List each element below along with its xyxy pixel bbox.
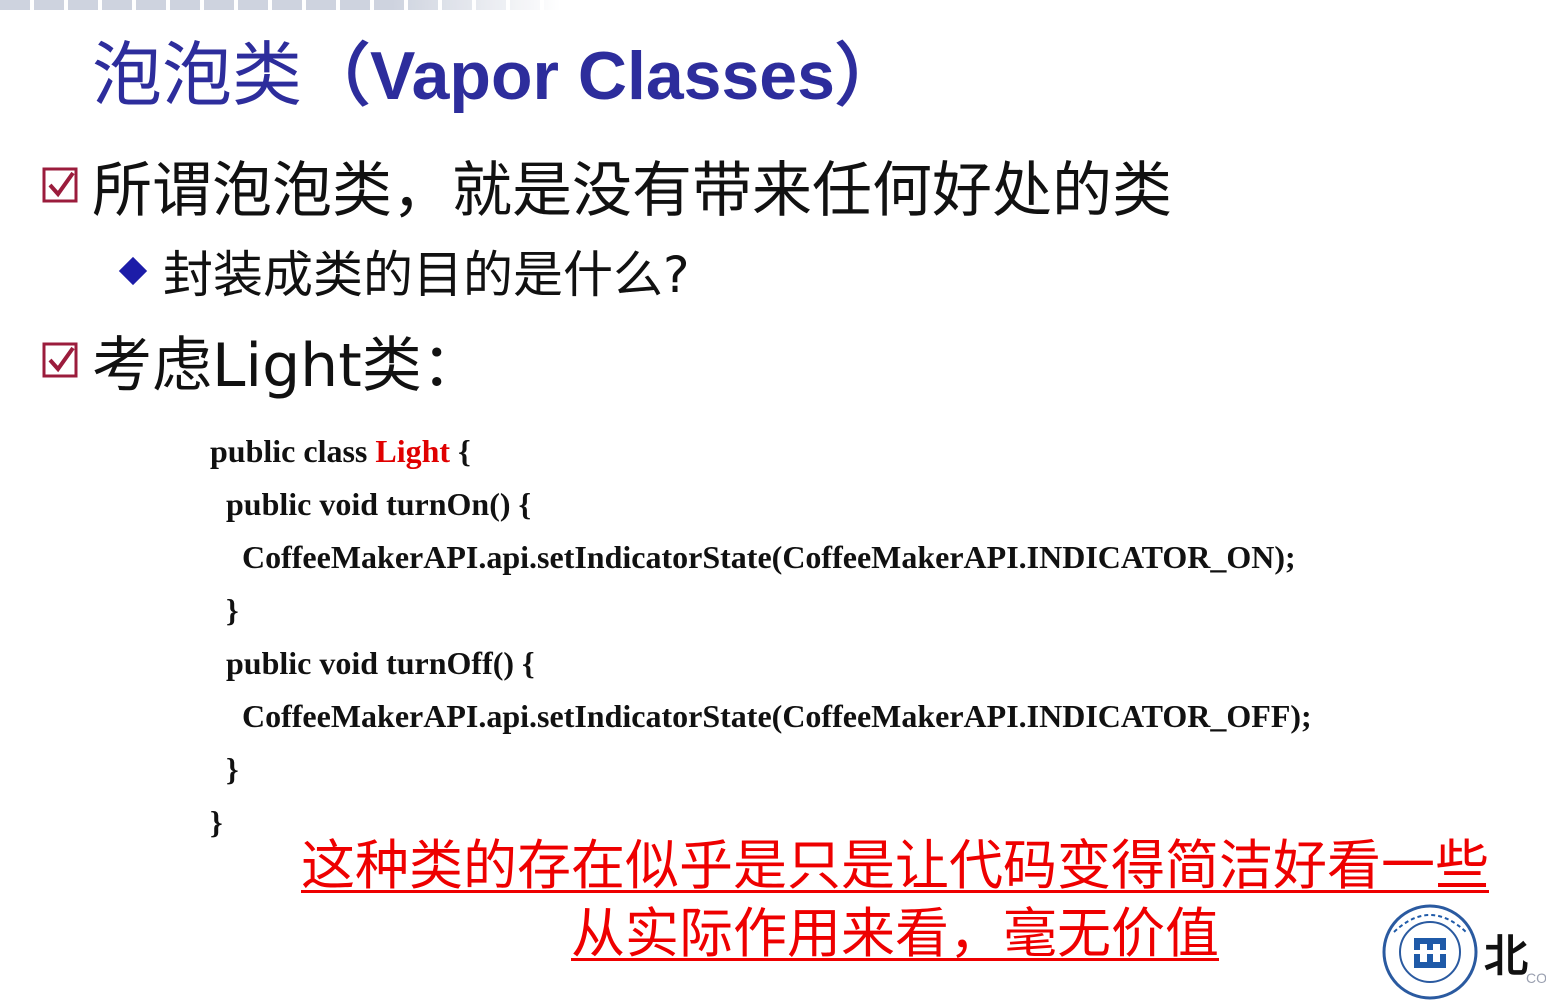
class-name-light: Light xyxy=(375,433,451,469)
code-keyword: public class xyxy=(210,433,376,469)
title-english: （Vapor Classes） xyxy=(302,38,903,114)
title-chinese: 泡泡类 xyxy=(92,34,302,116)
logo-subtext: CO xyxy=(1526,970,1546,986)
code-block: public class Light { public void turnOn(… xyxy=(210,425,1312,849)
bullet-encapsulation-question: 封装成类的目的是什么? xyxy=(115,236,690,306)
diamond-bullet-icon xyxy=(118,256,148,286)
code-line: CoffeeMakerAPI.api.setIndicatorState(Cof… xyxy=(210,698,1312,734)
code-line: } xyxy=(210,751,239,787)
check-box-icon xyxy=(42,342,78,378)
slide-title: 泡泡类（Vapor Classes） xyxy=(92,30,903,121)
check-box-icon xyxy=(42,167,78,203)
code-line: public class Light { xyxy=(210,425,1312,478)
bullet-consider-light: 考虑Light类： xyxy=(42,318,482,402)
bullet-text: 所谓泡泡类，就是没有带来任何好处的类 xyxy=(92,155,1172,226)
bullet-text: 考虑Light类： xyxy=(92,330,482,401)
logo-text: 北 xyxy=(1484,931,1528,982)
code-line: } xyxy=(210,592,239,628)
note-line-1: 这种类的存在似乎是只是让代码变得简洁好看一些 xyxy=(301,834,1489,897)
code-line: public void turnOn() { xyxy=(210,486,532,522)
bullet-vapor-definition: 所谓泡泡类，就是没有带来任何好处的类 xyxy=(42,143,1172,227)
bullet-text: 封装成类的目的是什么? xyxy=(163,246,690,304)
top-decoration-bar xyxy=(0,0,560,10)
code-brace: { xyxy=(450,433,471,469)
code-line: CoffeeMakerAPI.api.setIndicatorState(Cof… xyxy=(210,539,1296,575)
code-line: public void turnOff() { xyxy=(210,645,535,681)
highlight-note: 这种类的存在似乎是只是让代码变得简洁好看一些 从实际作用来看，毫无价值 xyxy=(250,832,1540,968)
note-line-2: 从实际作用来看，毫无价值 xyxy=(571,902,1219,965)
university-seal-icon xyxy=(1382,904,1478,1000)
